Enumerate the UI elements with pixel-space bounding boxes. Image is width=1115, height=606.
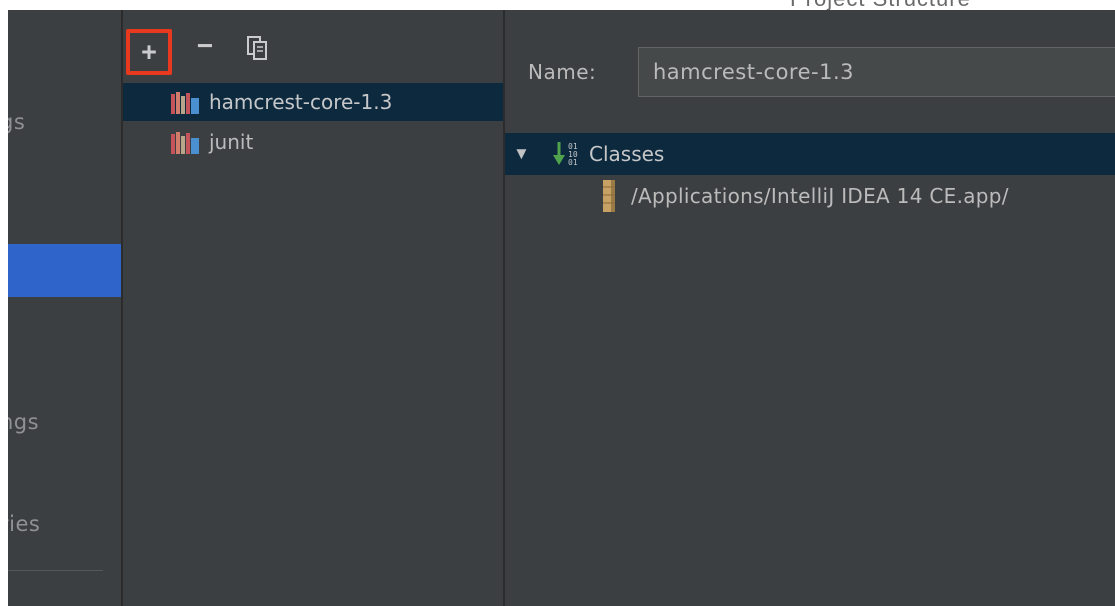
tree-node-classes[interactable]: ▼ 01 10 01 Classes [505,133,1115,175]
jar-icon [601,179,631,213]
minus-icon: − [196,30,214,61]
library-item-junit[interactable]: junit [123,123,503,161]
libraries-panel: + − hamcrest-core-1.3 junit [123,10,503,606]
tree-node-label: Classes [589,142,665,166]
nav-divider [8,570,103,571]
project-structure-window: Project Structure gs ngs ries + − [0,0,1115,606]
library-name-input[interactable] [638,47,1115,97]
library-label: hamcrest-core-1.3 [209,90,393,114]
expand-arrow-icon[interactable]: ▼ [513,144,533,164]
svg-text:01: 01 [568,158,578,167]
settings-nav: gs ngs ries [8,10,121,606]
library-details-panel: Name: ▼ 01 10 01 Classes [505,10,1115,606]
plus-icon: + [141,36,157,67]
name-label: Name: [528,60,597,84]
copy-icon [247,36,267,60]
copy-library-button[interactable] [237,28,277,68]
nav-item-settings[interactable]: gs [8,110,25,134]
library-icon [171,90,207,114]
nav-item-libraries[interactable]: ries [8,512,40,536]
add-library-button[interactable]: + [126,29,172,75]
jar-path-label: /Applications/IntelliJ IDEA 14 CE.app/ [631,184,1009,208]
library-roots-tree: ▼ 01 10 01 Classes /Applications/Intelli… [505,133,1115,433]
remove-library-button[interactable]: − [185,28,225,64]
window-titlebar: Project Structure [0,0,1115,10]
tree-node-jar-path[interactable]: /Applications/IntelliJ IDEA 14 CE.app/ [505,175,1115,217]
window-title: Project Structure [790,0,971,10]
library-item-hamcrest[interactable]: hamcrest-core-1.3 [123,83,503,121]
nav-item-selected[interactable] [8,244,121,297]
library-label: junit [209,130,254,154]
nav-item-platform-settings[interactable]: ngs [8,410,39,434]
classes-icon: 01 10 01 [553,139,589,169]
library-icon [171,130,207,154]
